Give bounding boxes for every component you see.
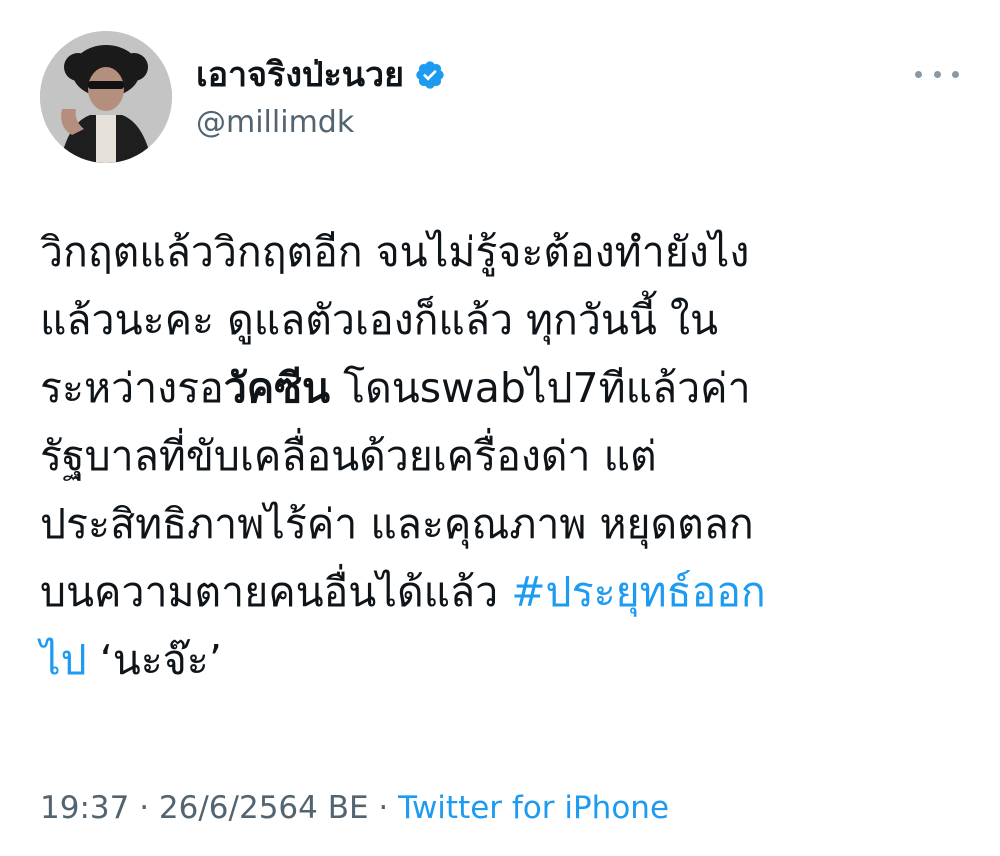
avatar-image: [40, 31, 172, 163]
tweet-time[interactable]: 19:37: [40, 790, 129, 826]
tweet-date[interactable]: 26/6/2564 BE: [159, 790, 369, 826]
tweet-line: ไป ‘นะจ๊ะ’: [40, 626, 970, 694]
tweet-source-link[interactable]: Twitter for iPhone: [398, 790, 669, 826]
more-dot: [933, 70, 941, 78]
tweet-line-text: ระหว่างรอ: [40, 364, 224, 412]
verified-badge-icon: [414, 59, 446, 91]
tweet-line-text: รัฐบาลที่ขับเคลื่อนด้วยเครื่องด่า แต่: [40, 432, 657, 480]
more-dot: [915, 70, 922, 78]
author-handle[interactable]: @millimdk: [196, 103, 354, 143]
meta-separator: ·: [368, 790, 399, 826]
tweet-line-text: โดนswabไป7ทีแล้วค่า: [330, 364, 751, 412]
hashtag-link[interactable]: ไป: [40, 636, 87, 684]
meta-separator: ·: [129, 790, 159, 826]
display-name[interactable]: เอาจริงป่ะนวย: [196, 50, 404, 100]
tweet-line: แล้วนะคะ ดูแลตัวเองก็แล้ว ทุกวันนี้ ใน: [40, 286, 970, 354]
tweet-line: ระหว่างรอวัคซีน โดนswabไป7ทีแล้วค่า: [40, 354, 970, 422]
avatar[interactable]: [40, 31, 172, 163]
bold-text: วัคซีน: [223, 364, 331, 412]
tweet-line: รัฐบาลที่ขับเคลื่อนด้วยเครื่องด่า แต่: [40, 422, 970, 490]
more-horizontal-icon[interactable]: [915, 62, 959, 86]
tweet-line-text: ประสิทธิภาพไร้ค่า และคุณภาพ หยุดตลก: [40, 500, 754, 548]
tweet-line-text: ‘นะจ๊ะ’: [86, 636, 222, 684]
hashtag-link[interactable]: #ประยุทธ์ออก: [511, 568, 766, 616]
author-name-row: เอาจริงป่ะนวย: [196, 50, 446, 100]
tweet-line-text: แล้วนะคะ ดูแลตัวเองก็แล้ว ทุกวันนี้ ใน: [40, 296, 719, 344]
more-dot: [952, 70, 959, 78]
tweet-line: ประสิทธิภาพไร้ค่า และคุณภาพ หยุดตลก: [40, 490, 970, 558]
tweet-line: บนความตายคนอื่นได้แล้ว #ประยุทธ์ออก: [40, 558, 970, 626]
tweet-line: วิกฤตแล้ววิกฤตอีก จนไม่รู้จะต้องทำยังไง: [40, 218, 970, 286]
tweet-line-text: วิกฤตแล้ววิกฤตอีก จนไม่รู้จะต้องทำยังไง: [40, 228, 750, 276]
tweet-meta: 19:37 · 26/6/2564 BE · Twitter for iPhon…: [40, 786, 669, 830]
tweet: เอาจริงป่ะนวย @millimdk วิกฤตแล้ววิกฤตอี…: [0, 0, 1000, 856]
tweet-text: วิกฤตแล้ววิกฤตอีก จนไม่รู้จะต้องทำยังไง …: [40, 218, 970, 694]
tweet-line-text: บนความตายคนอื่นได้แล้ว: [40, 568, 512, 616]
